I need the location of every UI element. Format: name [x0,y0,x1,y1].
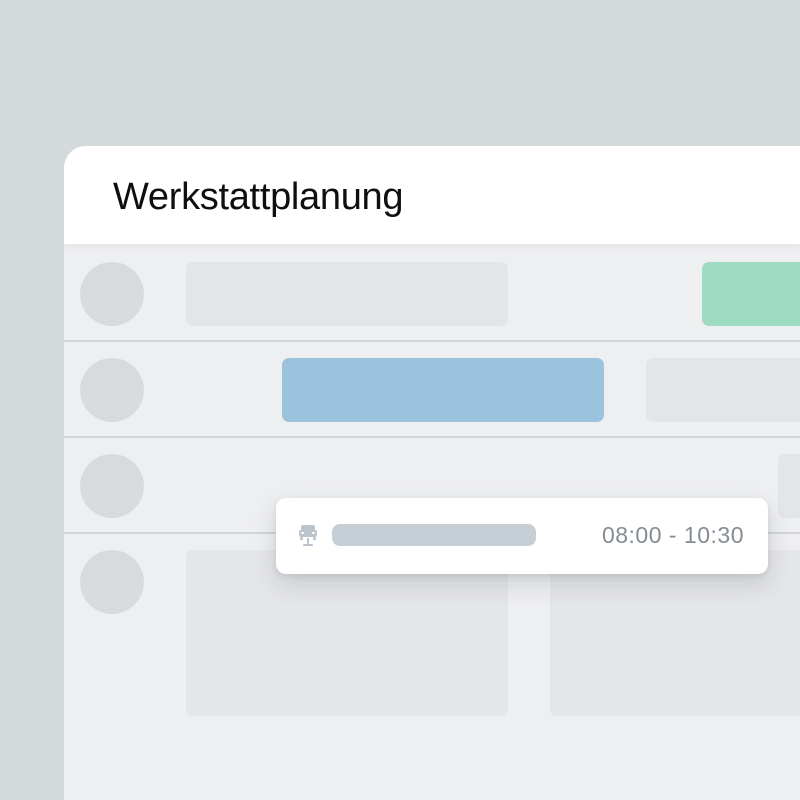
avatar [80,454,144,518]
window-header: Werkstattplanung [64,146,800,244]
row-divider [64,436,800,438]
appointment-time: 08:00 - 10:30 [601,522,744,548]
appointment-block-green[interactable] [702,262,800,326]
appointment-block[interactable] [186,262,508,326]
row-divider [64,340,800,342]
appointment-block[interactable] [186,550,508,716]
planner-window: Werkstattplanung [64,146,800,800]
avatar [80,262,144,326]
appointment-block[interactable] [778,454,800,518]
appointment-title-placeholder [332,524,536,546]
car-icon [298,524,318,546]
appointment-block-blue[interactable] [282,358,604,422]
appointment-popover[interactable]: 08:00 - 10:30 [276,498,768,574]
appointment-block[interactable] [646,358,800,422]
page-title: Werkstattplanung [113,176,404,218]
avatar [80,358,144,422]
avatar [80,550,144,614]
appointment-block[interactable] [550,550,800,716]
